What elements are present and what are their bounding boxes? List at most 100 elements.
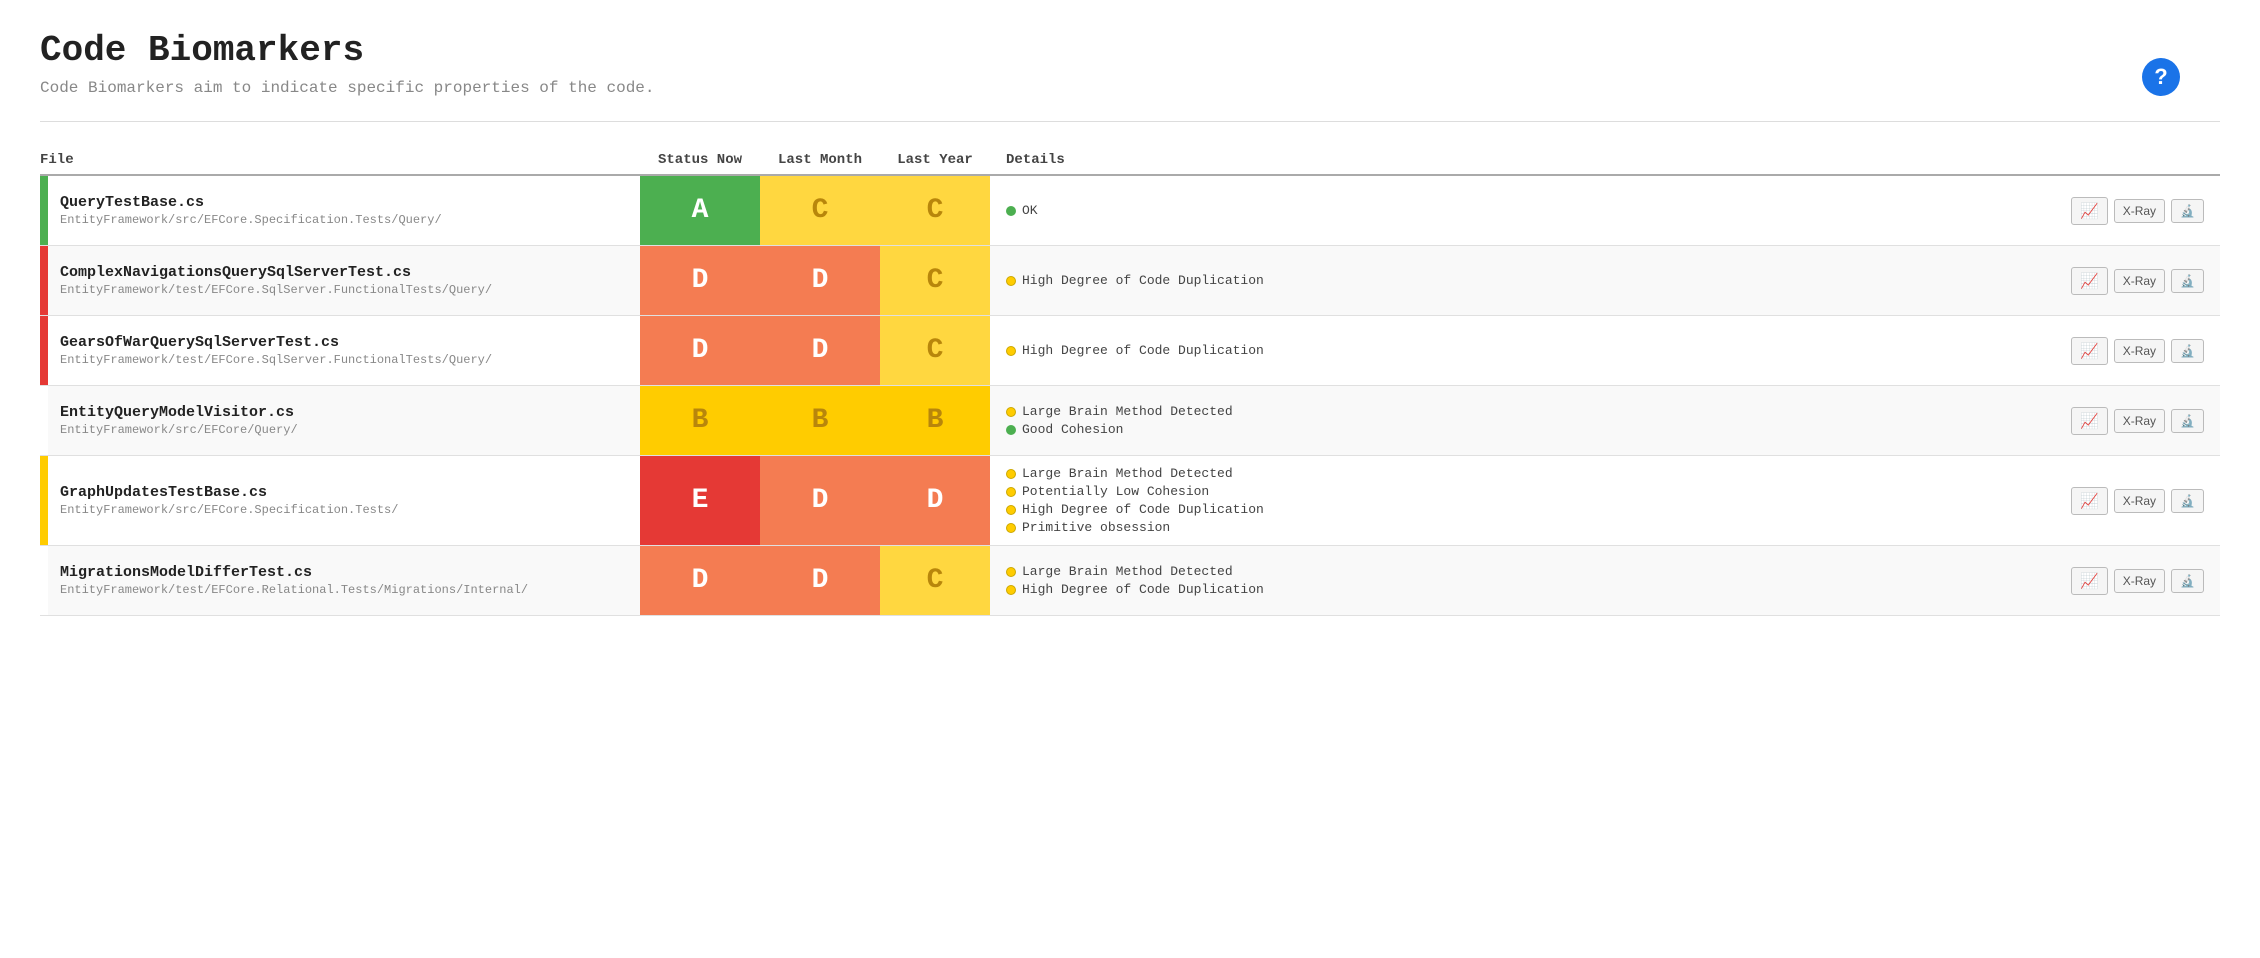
file-name: ComplexNavigationsQuerySqlServerTest.cs <box>60 264 492 281</box>
trend-button[interactable]: 📈 <box>2071 407 2108 435</box>
status-now-cell: A <box>640 176 760 245</box>
last-month-cell: D <box>760 546 880 615</box>
action-buttons: 📈X-Ray🔬 <box>2071 267 2204 295</box>
file-name: EntityQueryModelVisitor.cs <box>60 404 298 421</box>
table-row: GearsOfWarQuerySqlServerTest.csEntityFra… <box>40 316 2220 386</box>
xray-button[interactable]: X-Ray <box>2114 269 2165 293</box>
col-header-lastmonth: Last Month <box>760 152 880 168</box>
last-year-cell: C <box>880 546 990 615</box>
status-now-cell: B <box>640 386 760 455</box>
page-title: Code Biomarkers <box>40 30 2220 71</box>
file-cell: GearsOfWarQuerySqlServerTest.csEntityFra… <box>40 316 640 385</box>
detail-dot <box>1006 523 1016 533</box>
detail-dot <box>1006 469 1016 479</box>
details-info: OK <box>1006 203 2059 218</box>
last-year-cell: C <box>880 246 990 315</box>
table-row: ComplexNavigationsQuerySqlServerTest.cs E… <box>40 246 2220 316</box>
file-info: ComplexNavigationsQuerySqlServerTest.cs E… <box>48 246 504 315</box>
detail-item: Large Brain Method Detected <box>1006 404 2059 419</box>
details-info: Large Brain Method Detected Potentially L… <box>1006 466 2059 535</box>
file-name: GearsOfWarQuerySqlServerTest.cs <box>60 334 492 351</box>
details-cell: OK 📈X-Ray🔬 <box>990 176 2220 245</box>
xray-button[interactable]: X-Ray <box>2114 199 2165 223</box>
file-path: EntityFramework/test/EFCore.Relational.T… <box>60 583 528 597</box>
file-info: MigrationsModelDifferTest.cs EntityFramew… <box>48 546 540 615</box>
file-stripe <box>40 386 48 455</box>
status-now-cell: D <box>640 246 760 315</box>
action-buttons: 📈X-Ray🔬 <box>2071 487 2204 515</box>
trend-button[interactable]: 📈 <box>2071 267 2108 295</box>
details-cell: High Degree of Code Duplication 📈X-Ray🔬 <box>990 246 2220 315</box>
action-buttons: 📈X-Ray🔬 <box>2071 567 2204 595</box>
detail-text: High Degree of Code Duplication <box>1022 273 1264 288</box>
last-year-cell: C <box>880 316 990 385</box>
last-month-cell: D <box>760 456 880 545</box>
detail-item: Large Brain Method Detected <box>1006 466 2059 481</box>
file-path: EntityFramework/test/EFCore.SqlServer.Fu… <box>60 283 492 297</box>
file-cell: MigrationsModelDifferTest.cs EntityFramew… <box>40 546 640 615</box>
lab-button[interactable]: 🔬 <box>2171 269 2204 293</box>
lab-button[interactable]: 🔬 <box>2171 569 2204 593</box>
status-now-cell: D <box>640 316 760 385</box>
col-header-status: Status Now <box>640 152 760 168</box>
detail-dot <box>1006 505 1016 515</box>
file-cell: ComplexNavigationsQuerySqlServerTest.cs E… <box>40 246 640 315</box>
trend-button[interactable]: 📈 <box>2071 487 2108 515</box>
col-header-lastyear: Last Year <box>880 152 990 168</box>
file-stripe <box>40 246 48 315</box>
action-buttons: 📈X-Ray🔬 <box>2071 407 2204 435</box>
page-subtitle: Code Biomarkers aim to indicate specific… <box>40 79 2220 97</box>
file-info: GearsOfWarQuerySqlServerTest.csEntityFra… <box>48 316 504 385</box>
table-row: EntityQueryModelVisitor.csEntityFramewor… <box>40 386 2220 456</box>
detail-dot <box>1006 585 1016 595</box>
biomarkers-table: File Status Now Last Month Last Year Det… <box>40 146 2220 616</box>
xray-button[interactable]: X-Ray <box>2114 339 2165 363</box>
file-info: GraphUpdatesTestBase.csEntityFramework/s… <box>48 456 410 545</box>
file-name: MigrationsModelDifferTest.cs <box>60 564 528 581</box>
detail-text: High Degree of Code Duplication <box>1022 582 1264 597</box>
xray-button[interactable]: X-Ray <box>2114 489 2165 513</box>
detail-item: High Degree of Code Duplication <box>1006 273 2059 288</box>
detail-text: Large Brain Method Detected <box>1022 404 1233 419</box>
details-info: Large Brain Method DetectedHigh Degree o… <box>1006 564 2059 597</box>
detail-text: Large Brain Method Detected <box>1022 466 1233 481</box>
trend-button[interactable]: 📈 <box>2071 567 2108 595</box>
xray-button[interactable]: X-Ray <box>2114 569 2165 593</box>
detail-dot <box>1006 487 1016 497</box>
file-cell: EntityQueryModelVisitor.csEntityFramewor… <box>40 386 640 455</box>
details-info: High Degree of Code Duplication <box>1006 343 2059 358</box>
detail-text: High Degree of Code Duplication <box>1022 502 1264 517</box>
details-cell: Large Brain Method Detected Potentially L… <box>990 456 2220 545</box>
lab-button[interactable]: 🔬 <box>2171 489 2204 513</box>
last-year-cell: C <box>880 176 990 245</box>
last-month-cell: D <box>760 316 880 385</box>
xray-button[interactable]: X-Ray <box>2114 409 2165 433</box>
detail-item: Primitive obsession <box>1006 520 2059 535</box>
detail-text: Potentially Low Cohesion <box>1022 484 1209 499</box>
detail-dot <box>1006 206 1016 216</box>
lab-button[interactable]: 🔬 <box>2171 409 2204 433</box>
last-year-cell: D <box>880 456 990 545</box>
file-info: EntityQueryModelVisitor.csEntityFramewor… <box>48 386 310 455</box>
status-now-cell: E <box>640 456 760 545</box>
trend-button[interactable]: 📈 <box>2071 197 2108 225</box>
detail-item: Good Cohesion <box>1006 422 2059 437</box>
file-name: QueryTestBase.cs <box>60 194 442 211</box>
lab-button[interactable]: 🔬 <box>2171 339 2204 363</box>
lab-button[interactable]: 🔬 <box>2171 199 2204 223</box>
table-row: QueryTestBase.csEntityFramework/src/EFCo… <box>40 176 2220 246</box>
table-row: MigrationsModelDifferTest.cs EntityFramew… <box>40 546 2220 616</box>
file-cell: GraphUpdatesTestBase.csEntityFramework/s… <box>40 456 640 545</box>
detail-text: Good Cohesion <box>1022 422 1123 437</box>
trend-button[interactable]: 📈 <box>2071 337 2108 365</box>
details-cell: High Degree of Code Duplication 📈X-Ray🔬 <box>990 316 2220 385</box>
help-button[interactable]: ? <box>2142 58 2180 96</box>
details-info: High Degree of Code Duplication <box>1006 273 2059 288</box>
file-stripe <box>40 456 48 545</box>
detail-dot <box>1006 276 1016 286</box>
file-stripe <box>40 176 48 245</box>
detail-text: OK <box>1022 203 1038 218</box>
table-row: GraphUpdatesTestBase.csEntityFramework/s… <box>40 456 2220 546</box>
col-header-details: Details <box>990 152 2220 168</box>
details-info: Large Brain Method Detected Good Cohesion <box>1006 404 2059 437</box>
